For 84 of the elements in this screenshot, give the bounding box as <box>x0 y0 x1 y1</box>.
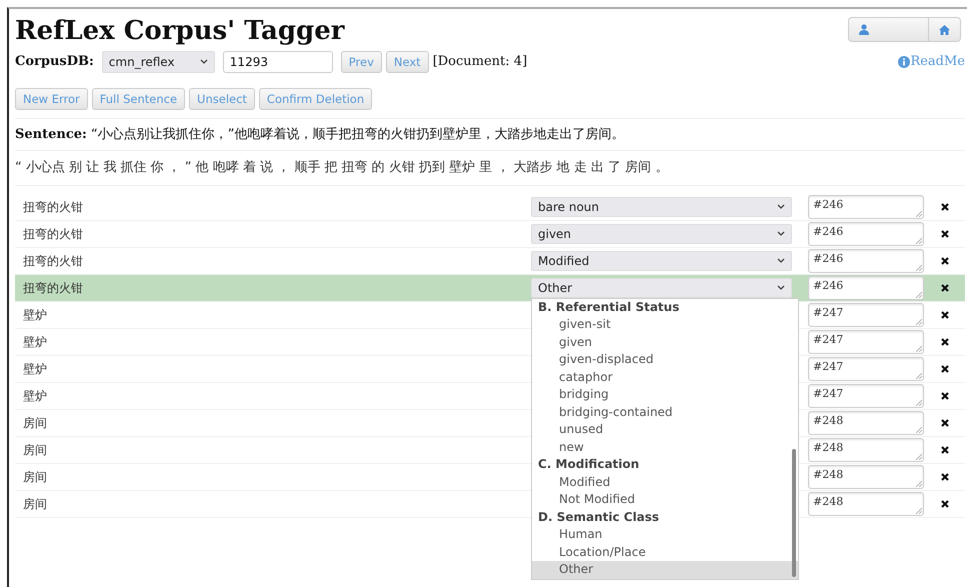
dropdown-option[interactable]: Not Modified <box>532 491 798 509</box>
reference-field[interactable]: #246 <box>808 276 924 300</box>
tag-select[interactable]: bare noun <box>531 196 792 217</box>
option-group-label: B. Referential Status <box>537 298 680 316</box>
delete-icon[interactable] <box>940 284 948 292</box>
reference-field[interactable]: #247 <box>808 356 924 381</box>
sentence-text: Sentence: “小心点别让我抓住你，”他咆哮着说，顺手把扭弯的火钳扔到壁炉里，大踏步地走出了房间。 <box>15 126 626 144</box>
resize-handle-icon[interactable] <box>916 264 922 271</box>
resize-handle-icon[interactable] <box>916 426 922 433</box>
dropdown-option[interactable]: Location/Place <box>532 544 798 562</box>
chevron-icon <box>777 285 785 290</box>
resize-handle-icon[interactable] <box>916 238 922 244</box>
reference-field[interactable]: #247 <box>808 330 924 354</box>
reference-field[interactable]: #248 <box>808 464 924 489</box>
chevron-icon <box>200 59 208 64</box>
reference-field[interactable]: #248 <box>808 410 924 435</box>
reference-field[interactable]: #247 <box>808 384 924 408</box>
home-icon <box>939 24 950 34</box>
delete-icon[interactable] <box>940 418 948 427</box>
delete-icon[interactable] <box>940 338 948 346</box>
database-select[interactable]: cmn_reflex <box>102 50 215 73</box>
dropdown-option[interactable]: given-displaced <box>532 351 798 369</box>
dropdown-option[interactable]: new <box>532 438 798 456</box>
dropdown-option[interactable]: Modified <box>532 474 798 492</box>
delete-icon[interactable] <box>940 446 948 454</box>
resize-handle-icon[interactable] <box>916 454 922 460</box>
word-text: 扭弯的火钳 <box>22 252 84 270</box>
resize-handle-icon[interactable] <box>916 400 922 406</box>
document-label: [Document: 4] <box>432 53 528 72</box>
word-text: 壁炉 <box>22 388 48 405</box>
dropdown-option[interactable]: given-sit <box>532 316 798 334</box>
dropdown-option[interactable]: unused <box>532 421 798 439</box>
dropdown-option[interactable]: Other <box>532 561 798 579</box>
resize-handle-icon[interactable] <box>916 292 922 298</box>
resize-handle-icon[interactable] <box>916 318 922 325</box>
dropdown-option[interactable]: bridging <box>532 386 798 404</box>
word-text: 房间 <box>22 496 48 513</box>
word-text: 房间 <box>22 442 48 459</box>
delete-icon[interactable] <box>940 256 948 265</box>
corpus-label: CorpusDB: <box>15 53 94 72</box>
word-text: 壁炉 <box>22 334 48 351</box>
word-text: 房间 <box>22 414 48 432</box>
sentence-id-field[interactable]: 11293 <box>222 50 333 73</box>
delete-icon[interactable] <box>940 230 948 238</box>
reference-field[interactable]: #248 <box>808 492 924 516</box>
chevron-icon <box>777 231 785 236</box>
word-text: 扭弯的火钳 <box>22 198 84 216</box>
word-text: 房间 <box>22 468 48 486</box>
chevron-icon <box>777 258 785 264</box>
info-icon <box>898 56 910 68</box>
resize-handle-icon[interactable] <box>916 508 922 514</box>
reference-field[interactable]: #248 <box>808 438 924 462</box>
page-title: RefLex Corpus' Tagger <box>15 17 344 47</box>
delete-icon[interactable] <box>940 310 948 319</box>
resize-handle-icon[interactable] <box>916 346 922 352</box>
reference-field[interactable]: #246 <box>808 194 924 219</box>
reference-field[interactable]: #247 <box>808 302 924 327</box>
word-text: 扭弯的火钳 <box>22 226 84 243</box>
word-text: 壁炉 <box>22 360 48 378</box>
delete-icon[interactable] <box>940 392 948 400</box>
tag-select[interactable]: Modified <box>531 250 792 271</box>
tag-select[interactable]: Other <box>531 278 792 298</box>
dropdown-option[interactable]: Human <box>532 526 798 544</box>
delete-icon[interactable] <box>940 202 948 211</box>
token-line: “ 小心点 别 让 我 抓住 你 ， ” 他 咆哮 着 说 ， 顺手 把 扭弯 的 火钳 扔到 壁炉 里 ， 大踏步 地 走 出 了 房间 。 <box>15 159 670 178</box>
resize-handle-icon[interactable] <box>916 480 922 487</box>
resize-handle-icon[interactable] <box>916 372 922 379</box>
dropdown-option[interactable]: given <box>532 334 798 352</box>
delete-icon[interactable] <box>940 472 948 481</box>
dropdown-option[interactable]: bridging-contained <box>532 404 798 422</box>
option-group-label: C. Modification <box>537 456 640 474</box>
tag-select[interactable]: given <box>531 224 792 244</box>
dropdown-option[interactable]: cataphor <box>532 368 798 386</box>
delete-icon[interactable] <box>940 500 948 508</box>
chevron-icon <box>777 204 785 210</box>
user-icon <box>859 24 869 35</box>
reference-field[interactable]: #246 <box>808 222 924 246</box>
option-group-label: D. Semantic Class <box>537 508 660 526</box>
scrollbar-thumb[interactable] <box>792 448 796 577</box>
delete-icon[interactable] <box>940 364 948 373</box>
word-text: 壁炉 <box>22 306 48 324</box>
reference-field[interactable]: #246 <box>808 248 924 273</box>
word-text: 扭弯的火钳 <box>22 280 84 297</box>
resize-handle-icon[interactable] <box>916 210 922 217</box>
